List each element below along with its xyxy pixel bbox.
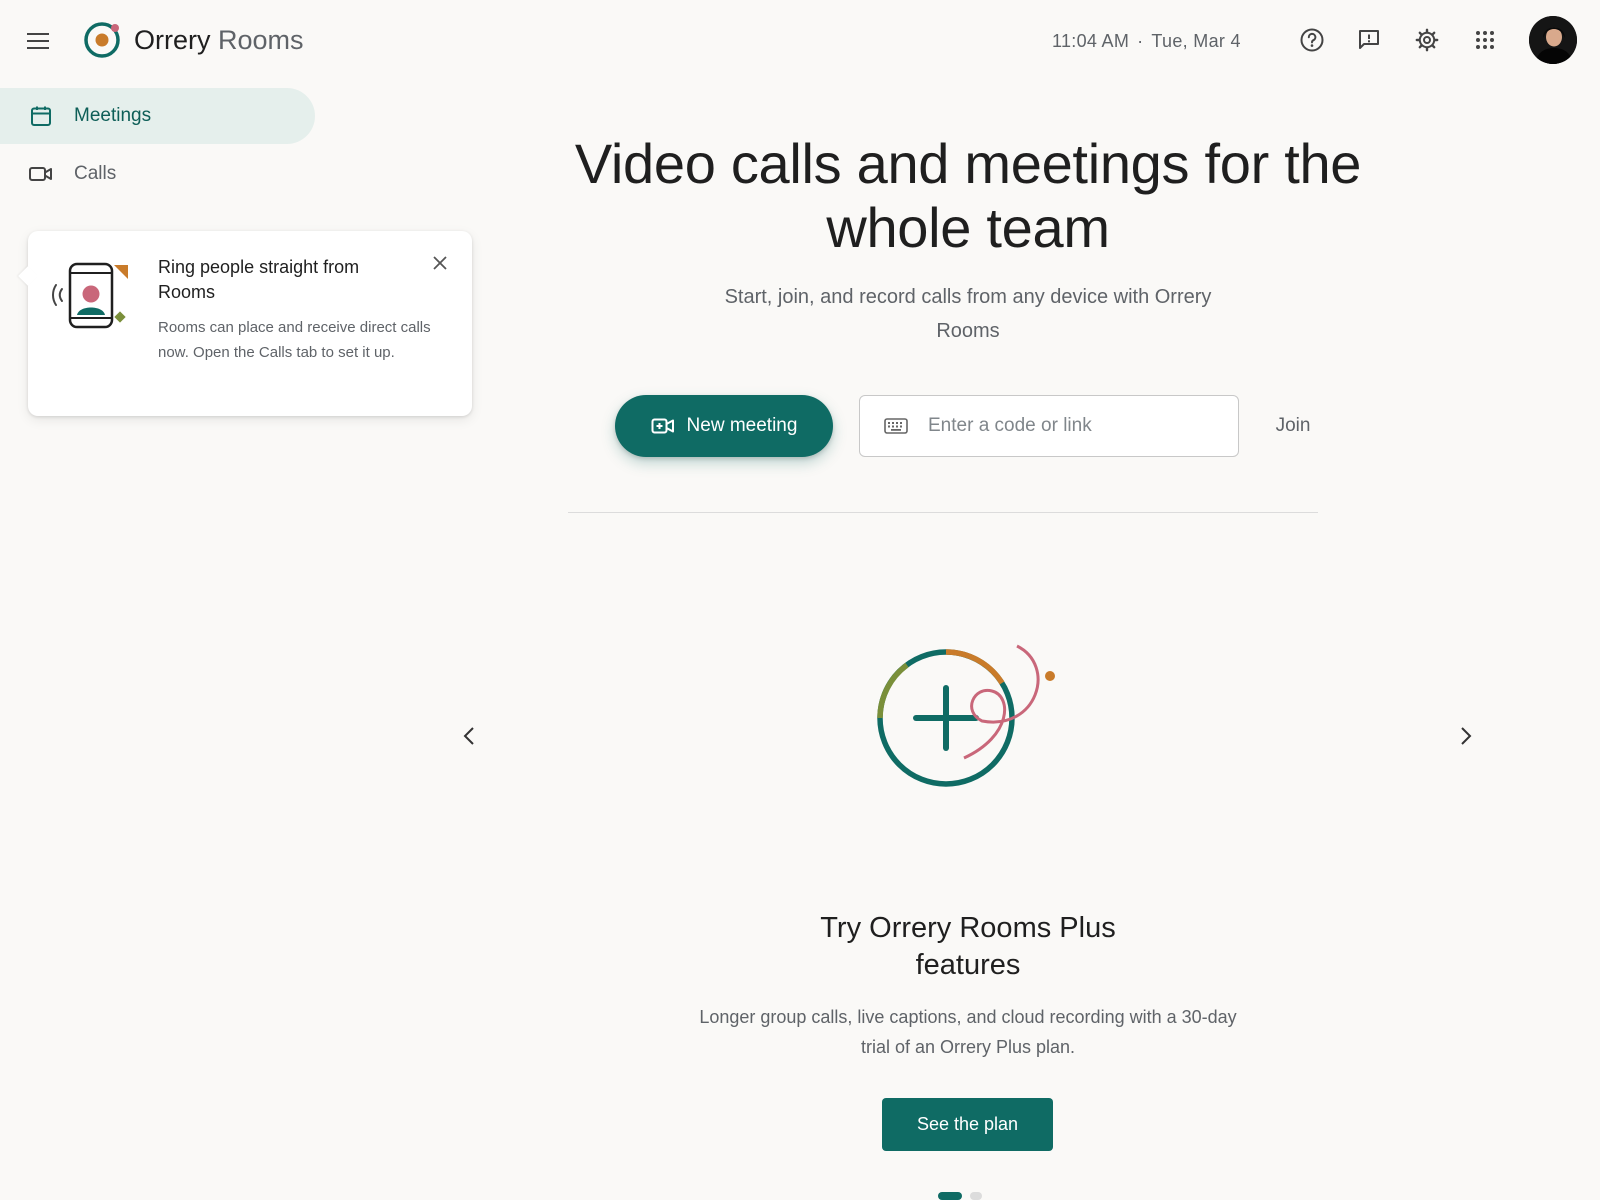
popup-notch bbox=[18, 266, 38, 286]
current-date: Tue, Mar 4 bbox=[1151, 31, 1241, 51]
account-avatar[interactable] bbox=[1529, 16, 1577, 64]
sidebar-item-label: Calls bbox=[74, 163, 117, 184]
calendar-icon bbox=[28, 103, 54, 129]
video-add-icon bbox=[651, 418, 674, 434]
carousel-dot-active[interactable] bbox=[938, 1192, 962, 1200]
chevron-right-icon bbox=[1461, 727, 1472, 745]
settings-button[interactable] bbox=[1407, 20, 1447, 60]
menu-icon bbox=[27, 33, 49, 49]
feedback-button[interactable] bbox=[1349, 20, 1389, 60]
help-button[interactable] bbox=[1292, 20, 1332, 60]
popup-title: Ring people straight from Rooms bbox=[158, 257, 360, 302]
date-time: 11:04 AM · Tue, Mar 4 bbox=[1052, 28, 1241, 54]
help-icon bbox=[1300, 28, 1324, 52]
sidebar-item-meetings[interactable]: Meetings bbox=[0, 88, 315, 144]
keyboard-icon bbox=[884, 416, 910, 436]
ringing-phone-illustration-icon bbox=[52, 262, 128, 329]
app-title: Orrery Rooms bbox=[134, 22, 304, 58]
plus-features-illustration-icon bbox=[877, 644, 1055, 787]
carousel-prev-button[interactable] bbox=[449, 716, 489, 756]
settings-icon bbox=[1415, 28, 1439, 52]
sidebar-item-label: Meetings bbox=[74, 105, 152, 126]
new-meeting-label: New meeting bbox=[686, 415, 798, 436]
feedback-icon bbox=[1359, 30, 1379, 49]
main-menu-button[interactable] bbox=[18, 21, 58, 61]
top-app-bar: Orrery Rooms 11:04 AM · Tue, Mar 4 bbox=[0, 0, 1600, 82]
apps-button[interactable] bbox=[1465, 20, 1505, 60]
popup-close-button[interactable] bbox=[426, 249, 454, 277]
video-camera-icon bbox=[28, 161, 54, 187]
section-divider bbox=[568, 512, 1318, 513]
chevron-left-icon bbox=[463, 727, 474, 745]
see-plan-button[interactable]: See the plan bbox=[882, 1098, 1053, 1151]
carousel-body: Longer group calls, live captions, and c… bbox=[699, 1007, 1237, 1057]
carousel-next-button[interactable] bbox=[1446, 716, 1486, 756]
join-button[interactable]: Join bbox=[1258, 409, 1328, 443]
carousel-title: Try Orrery Rooms Plus features bbox=[820, 912, 1116, 981]
sidebar-item-calls[interactable]: Calls bbox=[0, 146, 315, 202]
carousel-dot[interactable] bbox=[970, 1192, 982, 1200]
current-time: 11:04 AM bbox=[1052, 31, 1130, 51]
popup-body: Rooms can place and receive direct calls… bbox=[158, 319, 431, 361]
close-icon bbox=[433, 256, 447, 270]
separator: · bbox=[1137, 31, 1144, 51]
brand-secondary: Rooms bbox=[218, 25, 304, 55]
apps-grid-icon bbox=[1476, 31, 1494, 49]
avatar-image bbox=[1529, 16, 1577, 64]
orrery-logo-icon bbox=[84, 22, 120, 58]
meeting-code-input[interactable] bbox=[928, 415, 1208, 437]
carousel-pagination bbox=[938, 1192, 982, 1200]
brand-primary: Orrery bbox=[134, 25, 211, 55]
hero-title: Video calls and meetings for the whole t… bbox=[574, 132, 1362, 259]
hero-subtitle: Start, join, and record calls from any d… bbox=[724, 286, 1212, 342]
calls-tip-popup: Ring people straight from Rooms Rooms ca… bbox=[18, 231, 472, 416]
meeting-code-field[interactable] bbox=[859, 395, 1239, 457]
new-meeting-button[interactable]: New meeting bbox=[615, 395, 833, 457]
